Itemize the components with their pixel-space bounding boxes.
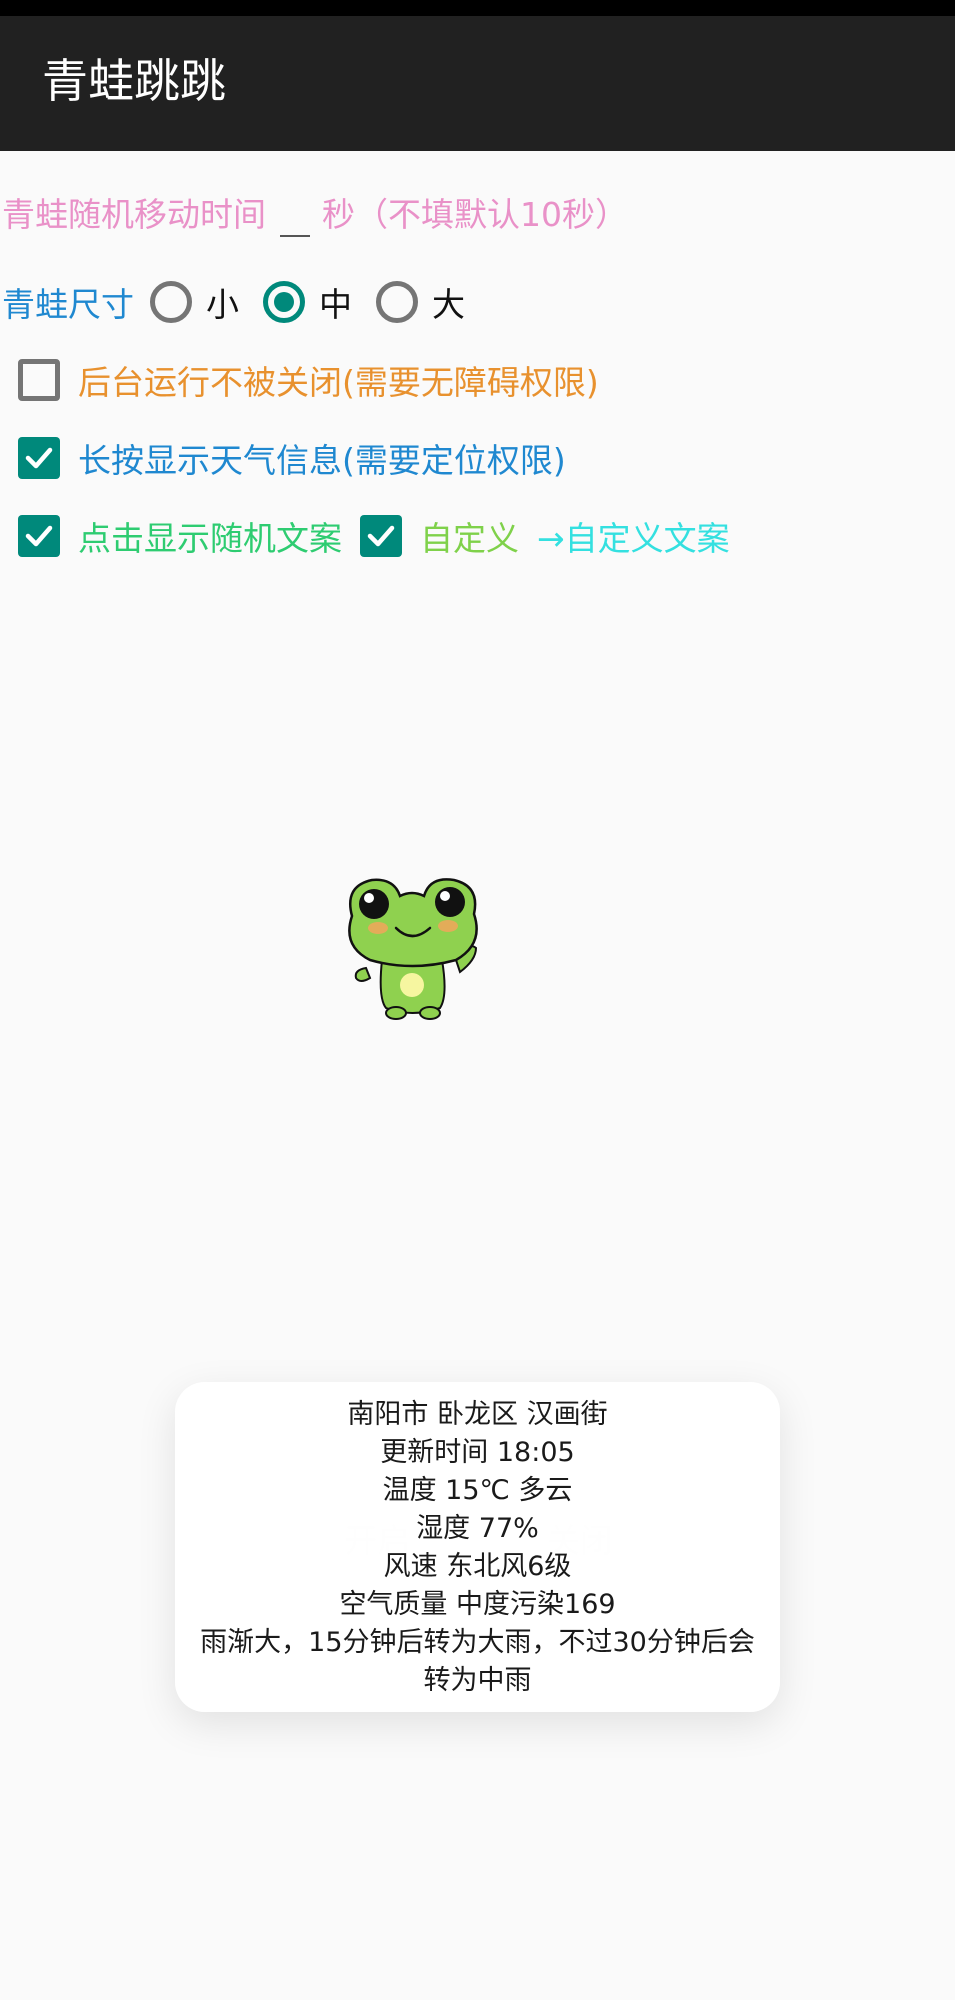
random-text-label[interactable]: 点击显示随机文案: [78, 512, 342, 560]
long-press-weather-checkbox[interactable]: [18, 437, 60, 479]
size-large-label[interactable]: 大: [432, 278, 465, 326]
weather-temperature: 温度 15℃ 多云: [382, 1475, 573, 1506]
app-bar: 青蛙跳跳: [0, 16, 955, 151]
weather-updated-time: 更新时间 18:05: [380, 1437, 575, 1468]
weather-wind: 风速 东北风6级: [383, 1551, 572, 1582]
size-medium-radio[interactable]: [263, 281, 305, 323]
long-press-weather-row[interactable]: 长按显示天气信息(需要定位权限): [0, 428, 566, 488]
size-medium-label[interactable]: 中: [319, 278, 352, 326]
check-icon: [25, 525, 53, 547]
custom-label[interactable]: 自定义: [420, 512, 519, 560]
size-small-radio[interactable]: [150, 281, 192, 323]
random-text-row: 点击显示随机文案 自定义 →自定义文案: [0, 506, 730, 566]
weather-toast: 南阳市 卧龙区 汉画街 更新时间 18:05 温度 15℃ 多云 湿度 77% …: [175, 1382, 780, 1712]
size-large-radio[interactable]: [376, 281, 418, 323]
check-icon: [367, 525, 395, 547]
long-press-weather-label[interactable]: 长按显示天气信息(需要定位权限): [78, 434, 566, 482]
frog-size-label: 青蛙尺寸: [2, 285, 134, 324]
background-run-row[interactable]: 后台运行不被关闭(需要无障碍权限): [0, 350, 599, 410]
weather-forecast: 雨渐大，15分钟后转为大雨，不过30分钟后会转为中雨: [200, 1627, 755, 1696]
move-time-input[interactable]: [280, 187, 310, 237]
move-time-label: 青蛙随机移动时间: [2, 195, 266, 234]
custom-text-link[interactable]: →自定义文案: [537, 512, 730, 560]
move-time-row: 青蛙随机移动时间 秒（不填默认10秒）: [0, 182, 628, 242]
frog-size-row: 青蛙尺寸 小 中 大: [0, 272, 489, 332]
size-small-label[interactable]: 小: [206, 278, 239, 326]
status-bar: [0, 0, 955, 16]
background-run-checkbox[interactable]: [18, 359, 60, 401]
check-icon: [25, 447, 53, 469]
background-run-label[interactable]: 后台运行不被关闭(需要无障碍权限): [78, 356, 599, 404]
weather-humidity: 湿度 77%: [416, 1513, 539, 1544]
custom-checkbox[interactable]: [360, 515, 402, 557]
random-text-checkbox[interactable]: [18, 515, 60, 557]
weather-location: 南阳市 卧龙区 汉画街: [347, 1399, 608, 1430]
move-time-suffix: 秒（不填默认10秒）: [322, 195, 628, 234]
weather-air-quality: 空气质量 中度污染169: [339, 1589, 616, 1620]
frog-sprite[interactable]: [338, 868, 486, 1023]
app-title: 青蛙跳跳: [42, 54, 226, 108]
